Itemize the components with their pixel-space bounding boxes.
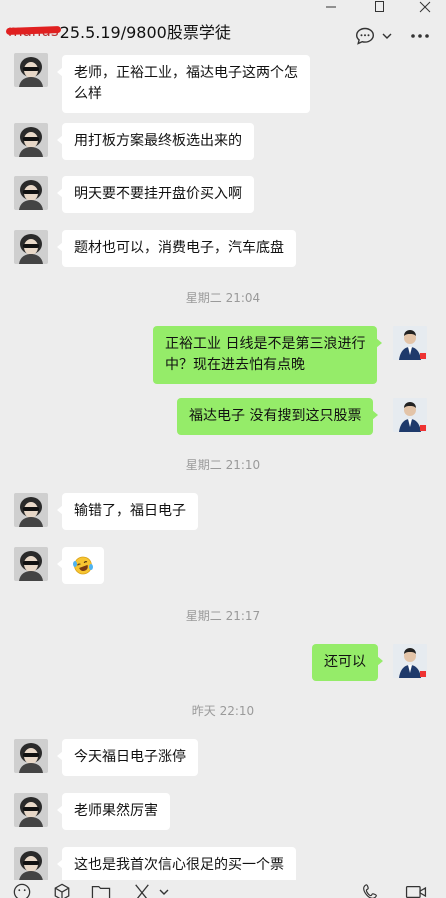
timestamp: 星期二 21:17 (185, 609, 261, 623)
video-call-icon[interactable] (404, 884, 428, 898)
emoji-icon[interactable] (12, 883, 32, 898)
message-bubble[interactable] (57, 547, 104, 584)
timestamp: 昨天 22:10 (191, 704, 255, 718)
timestamp: 星期二 21:04 (185, 291, 261, 305)
voice-call-icon[interactable] (362, 884, 378, 898)
avatar[interactable] (14, 176, 48, 210)
message-bubble[interactable]: 福达电子 没有搜到这只股票 (177, 398, 379, 435)
avatar[interactable] (14, 230, 48, 264)
message-bubble[interactable]: 用打板方案最终板选出来的 (57, 123, 254, 160)
avatar[interactable] (393, 398, 427, 432)
message-bubble[interactable]: 这也是我首次信心很足的买一个票 (57, 847, 296, 884)
avatar[interactable] (14, 493, 48, 527)
message-bubble[interactable]: 明天要不要挂开盘价买入啊 (57, 176, 254, 213)
favorites-icon[interactable] (51, 883, 73, 898)
message-bubble[interactable]: 老师果然厉害 (57, 793, 170, 830)
message-text: 明天要不要挂开盘价买入啊 (74, 186, 242, 202)
more-icon[interactable] (408, 26, 432, 46)
avatar[interactable] (14, 53, 48, 87)
chat-window: manus 25.5.19/9800股票学徒 老师，正裕工业，福达电子这两个怎 … (0, 0, 446, 898)
chevron-down-icon[interactable] (158, 884, 170, 898)
message-text: 题材也可以，消费电子，汽车底盘 (74, 240, 284, 256)
avatar[interactable] (14, 847, 48, 881)
chat-bubble-icon[interactable] (354, 26, 376, 46)
chevron-down-icon[interactable] (380, 26, 394, 46)
message-text: 么样 (74, 86, 102, 102)
message-bubble[interactable]: 题材也可以，消费电子，汽车底盘 (57, 230, 296, 267)
message-bubble[interactable]: 还可以 (312, 644, 383, 681)
screenshot-icon[interactable] (132, 884, 152, 898)
folder-icon[interactable] (90, 884, 112, 898)
close-icon[interactable] (414, 0, 436, 14)
message-text: 用打板方案最终板选出来的 (74, 133, 242, 149)
message-text: 这也是我首次信心很足的买一个票 (74, 857, 284, 873)
avatar[interactable] (393, 326, 427, 360)
input-toolbar (0, 880, 446, 898)
message-text: 福达电子 没有搜到这只股票 (189, 408, 362, 424)
message-text: 今天福日电子涨停 (74, 749, 186, 765)
message-text: 输错了，福日电子 (74, 503, 186, 519)
message-bubble[interactable]: 输错了，福日电子 (57, 493, 198, 530)
chat-title-text: 25.5.19/9800股票学徒 (59, 23, 231, 42)
redacted-name: manus (8, 22, 59, 40)
avatar[interactable] (14, 739, 48, 773)
minimize-icon[interactable] (320, 0, 342, 14)
avatar[interactable] (14, 123, 48, 157)
message-text: 还可以 (324, 654, 366, 670)
maximize-icon[interactable] (368, 0, 390, 14)
avatar[interactable] (393, 644, 427, 678)
message-text: 中？现在进去怕有点晚 (165, 357, 305, 373)
chat-title: manus 25.5.19/9800股票学徒 (8, 19, 231, 43)
title-bar: manus 25.5.19/9800股票学徒 (0, 0, 446, 56)
avatar[interactable] (14, 793, 48, 827)
message-text: 正裕工业 日线是不是第三浪进行 (165, 336, 366, 352)
avatar[interactable] (14, 547, 48, 581)
timestamp: 星期二 21:10 (185, 458, 261, 472)
laughing-tears-emoji (72, 555, 94, 576)
message-bubble[interactable]: 正裕工业 日线是不是第三浪进行 中？现在进去怕有点晚 (153, 326, 383, 384)
message-text: 老师果然厉害 (74, 803, 158, 819)
message-bubble[interactable]: 老师，正裕工业，福达电子这两个怎 么样 (57, 55, 310, 113)
message-text: 老师，正裕工业，福达电子这两个怎 (74, 65, 298, 81)
message-bubble[interactable]: 今天福日电子涨停 (57, 739, 198, 776)
